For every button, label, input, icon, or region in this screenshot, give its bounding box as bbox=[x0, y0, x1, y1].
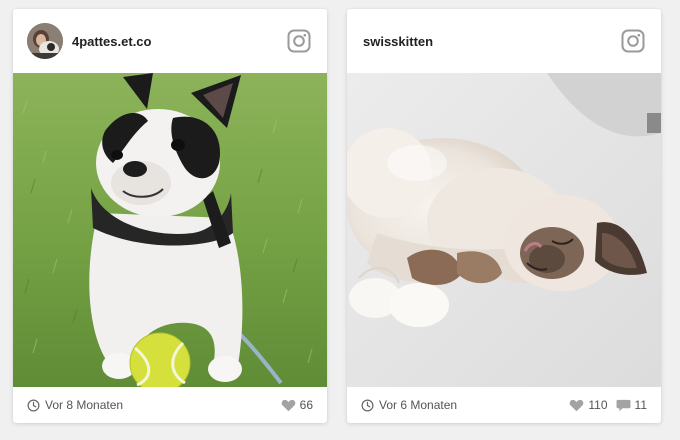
post-header: swisskitten bbox=[347, 9, 661, 73]
post-card[interactable]: swisskitten Vor 6 Monaten 110 11 bbox=[347, 9, 661, 423]
likes-value: 110 bbox=[588, 398, 608, 412]
post-header: 4pattes.et.co bbox=[13, 9, 327, 73]
clock-icon bbox=[27, 399, 40, 411]
avatar[interactable] bbox=[27, 23, 63, 59]
heart-icon bbox=[281, 399, 295, 411]
likes-count[interactable]: 110 bbox=[569, 398, 608, 412]
post-stats: 110 11 bbox=[561, 398, 647, 412]
post-stats: 66 bbox=[273, 398, 313, 412]
post-photo[interactable] bbox=[347, 73, 661, 387]
comments-value: 11 bbox=[634, 398, 647, 412]
post-time: Vor 6 Monaten bbox=[361, 398, 457, 412]
post-time-label: Vor 8 Monaten bbox=[45, 398, 124, 412]
comment-icon bbox=[616, 399, 630, 411]
post-footer: Vor 8 Monaten 66 bbox=[13, 387, 327, 423]
french-bulldog-photo bbox=[13, 73, 327, 387]
likes-value: 66 bbox=[299, 398, 313, 412]
post-username[interactable]: 4pattes.et.co bbox=[72, 34, 151, 49]
instagram-icon[interactable] bbox=[621, 29, 645, 53]
ragdoll-kitten-photo bbox=[347, 73, 661, 387]
clock-icon bbox=[361, 399, 374, 411]
likes-count[interactable]: 66 bbox=[281, 398, 313, 412]
instagram-icon[interactable] bbox=[287, 29, 311, 53]
post-card[interactable]: 4pattes.et.co Vor 8 Monaten 66 bbox=[13, 9, 327, 423]
post-username[interactable]: swisskitten bbox=[363, 34, 433, 49]
post-time: Vor 8 Monaten bbox=[27, 398, 123, 412]
comments-count[interactable]: 11 bbox=[616, 398, 647, 412]
post-time-label: Vor 6 Monaten bbox=[379, 398, 458, 412]
post-footer: Vor 6 Monaten 110 11 bbox=[347, 387, 661, 423]
post-photo[interactable] bbox=[13, 73, 327, 387]
instagram-feed: 4pattes.et.co Vor 8 Monaten 66 swisskitt… bbox=[0, 0, 680, 440]
heart-icon bbox=[570, 399, 584, 411]
